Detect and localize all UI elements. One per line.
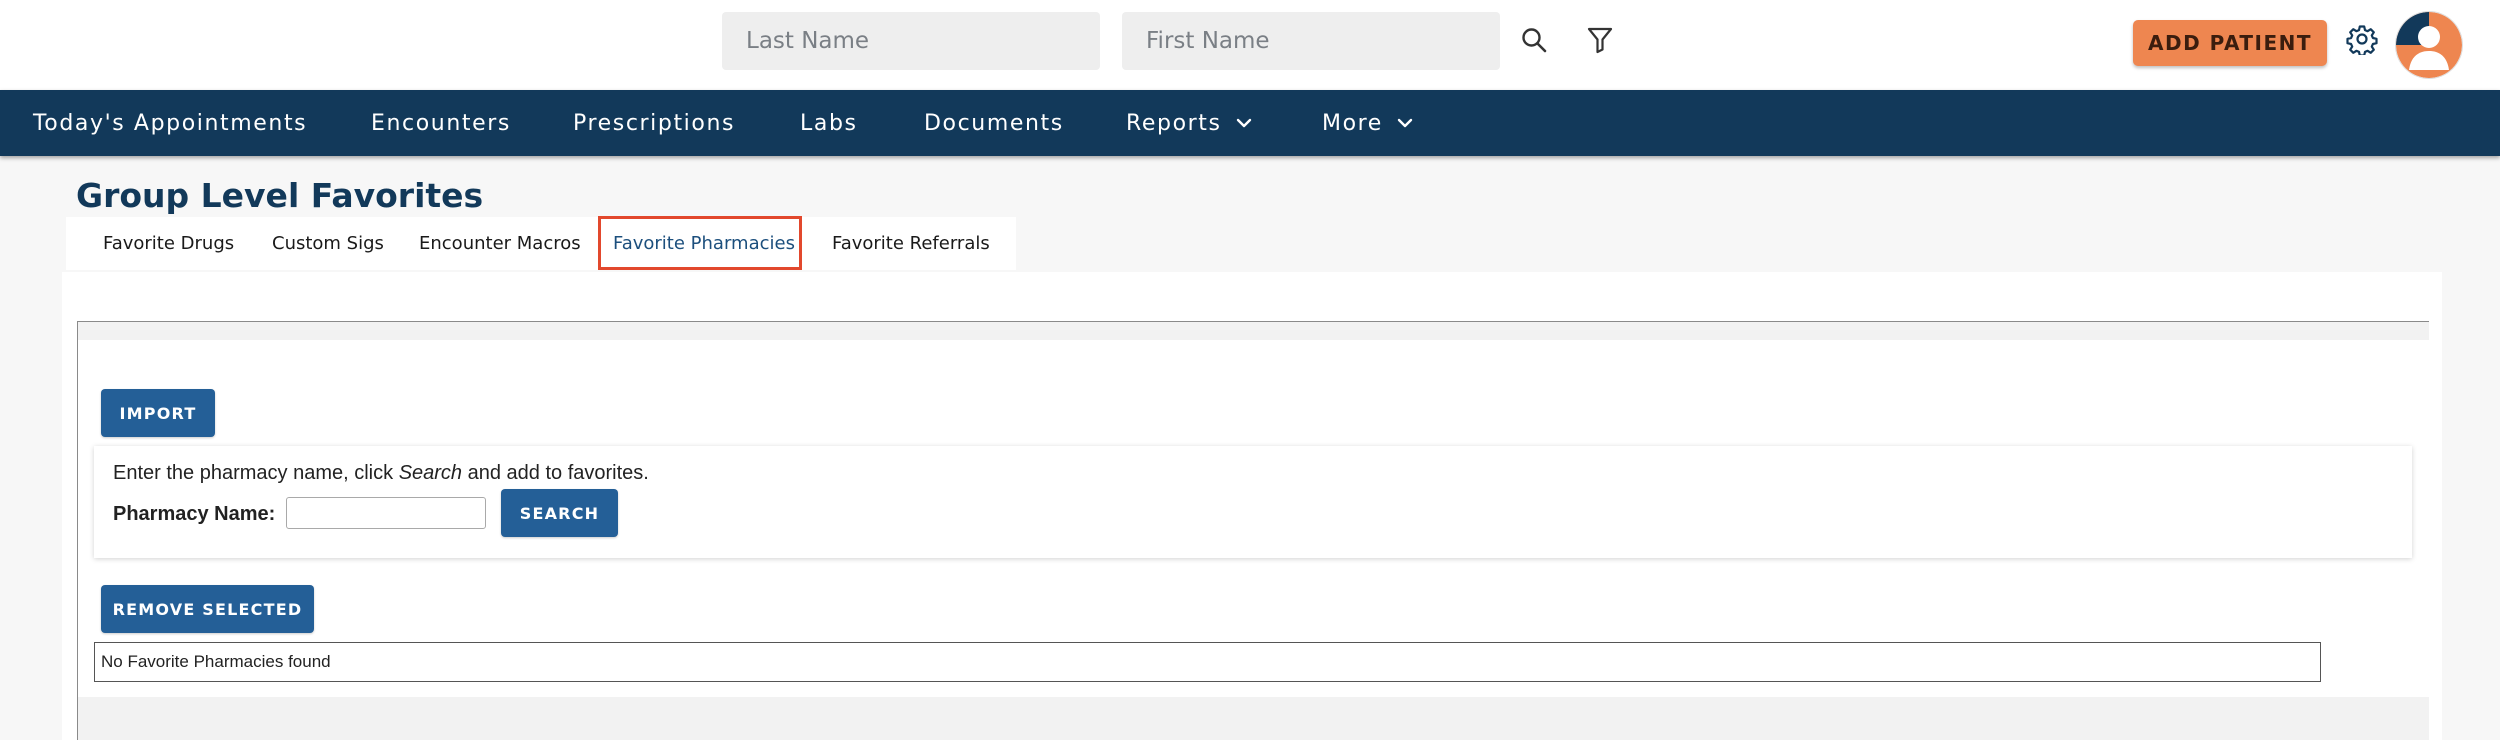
first-name-input[interactable] [1122,12,1500,70]
search-button[interactable]: SEARCH [501,489,618,537]
tab-favorite-referrals[interactable]: Favorite Referrals [832,217,990,270]
favorite-pharmacies-table: No Favorite Pharmacies found [94,642,2321,682]
instruction-prefix: Enter the pharmacy name, click [113,462,399,484]
section-header-strip [78,322,2429,340]
nav-reports[interactable]: Reports [1126,90,1252,156]
gear-icon[interactable] [2342,19,2382,59]
favorites-tabs: Favorite Drugs Custom Sigs Encounter Mac… [66,217,1016,270]
last-name-input[interactable] [722,12,1100,70]
nav-prescriptions[interactable]: Prescriptions [573,90,735,156]
page-title: Group Level Favorites [76,176,484,215]
nav-encounters[interactable]: Encounters [371,90,511,156]
add-patient-button[interactable]: ADD PATIENT [2133,20,2327,66]
search-instructions: Enter the pharmacy name, click Search an… [113,462,649,485]
tab-favorite-drugs[interactable]: Favorite Drugs [103,217,234,270]
filter-icon[interactable] [1580,20,1620,60]
nav-label: Documents [924,110,1064,136]
nav-documents[interactable]: Documents [924,90,1064,156]
chevron-down-icon [1397,118,1413,128]
empty-state-message: No Favorite Pharmacies found [101,652,331,671]
tab-custom-sigs[interactable]: Custom Sigs [272,217,384,270]
instruction-emphasis: Search [398,462,463,484]
nav-todays-appointments[interactable]: Today's Appointments [33,90,307,156]
import-button[interactable]: IMPORT [101,389,215,437]
main-nav: Today's Appointments Encounters Prescrip… [0,90,2500,156]
user-avatar-icon[interactable] [2396,12,2462,78]
section-footer [78,697,2429,740]
pharmacy-name-label: Pharmacy Name: [113,503,276,525]
remove-selected-button[interactable]: REMOVE SELECTED [101,585,314,633]
nav-label: Prescriptions [573,110,736,136]
nav-label: Reports [1126,110,1222,136]
tab-encounter-macros[interactable]: Encounter Macros [419,217,581,270]
nav-labs[interactable]: Labs [800,90,858,156]
nav-label: Encounters [371,110,511,136]
pharmacy-name-input[interactable] [286,497,486,529]
chevron-down-icon [1236,118,1251,128]
tab-favorite-pharmacies[interactable]: Favorite Pharmacies [613,217,795,270]
top-header: ADD PATIENT [0,0,2500,90]
nav-label: More [1322,110,1383,136]
instruction-suffix: and add to favorites. [462,462,649,484]
nav-more[interactable]: More [1322,90,1413,156]
search-icon[interactable] [1514,20,1554,60]
nav-label: Labs [800,110,858,136]
nav-label: Today's Appointments [33,110,308,136]
